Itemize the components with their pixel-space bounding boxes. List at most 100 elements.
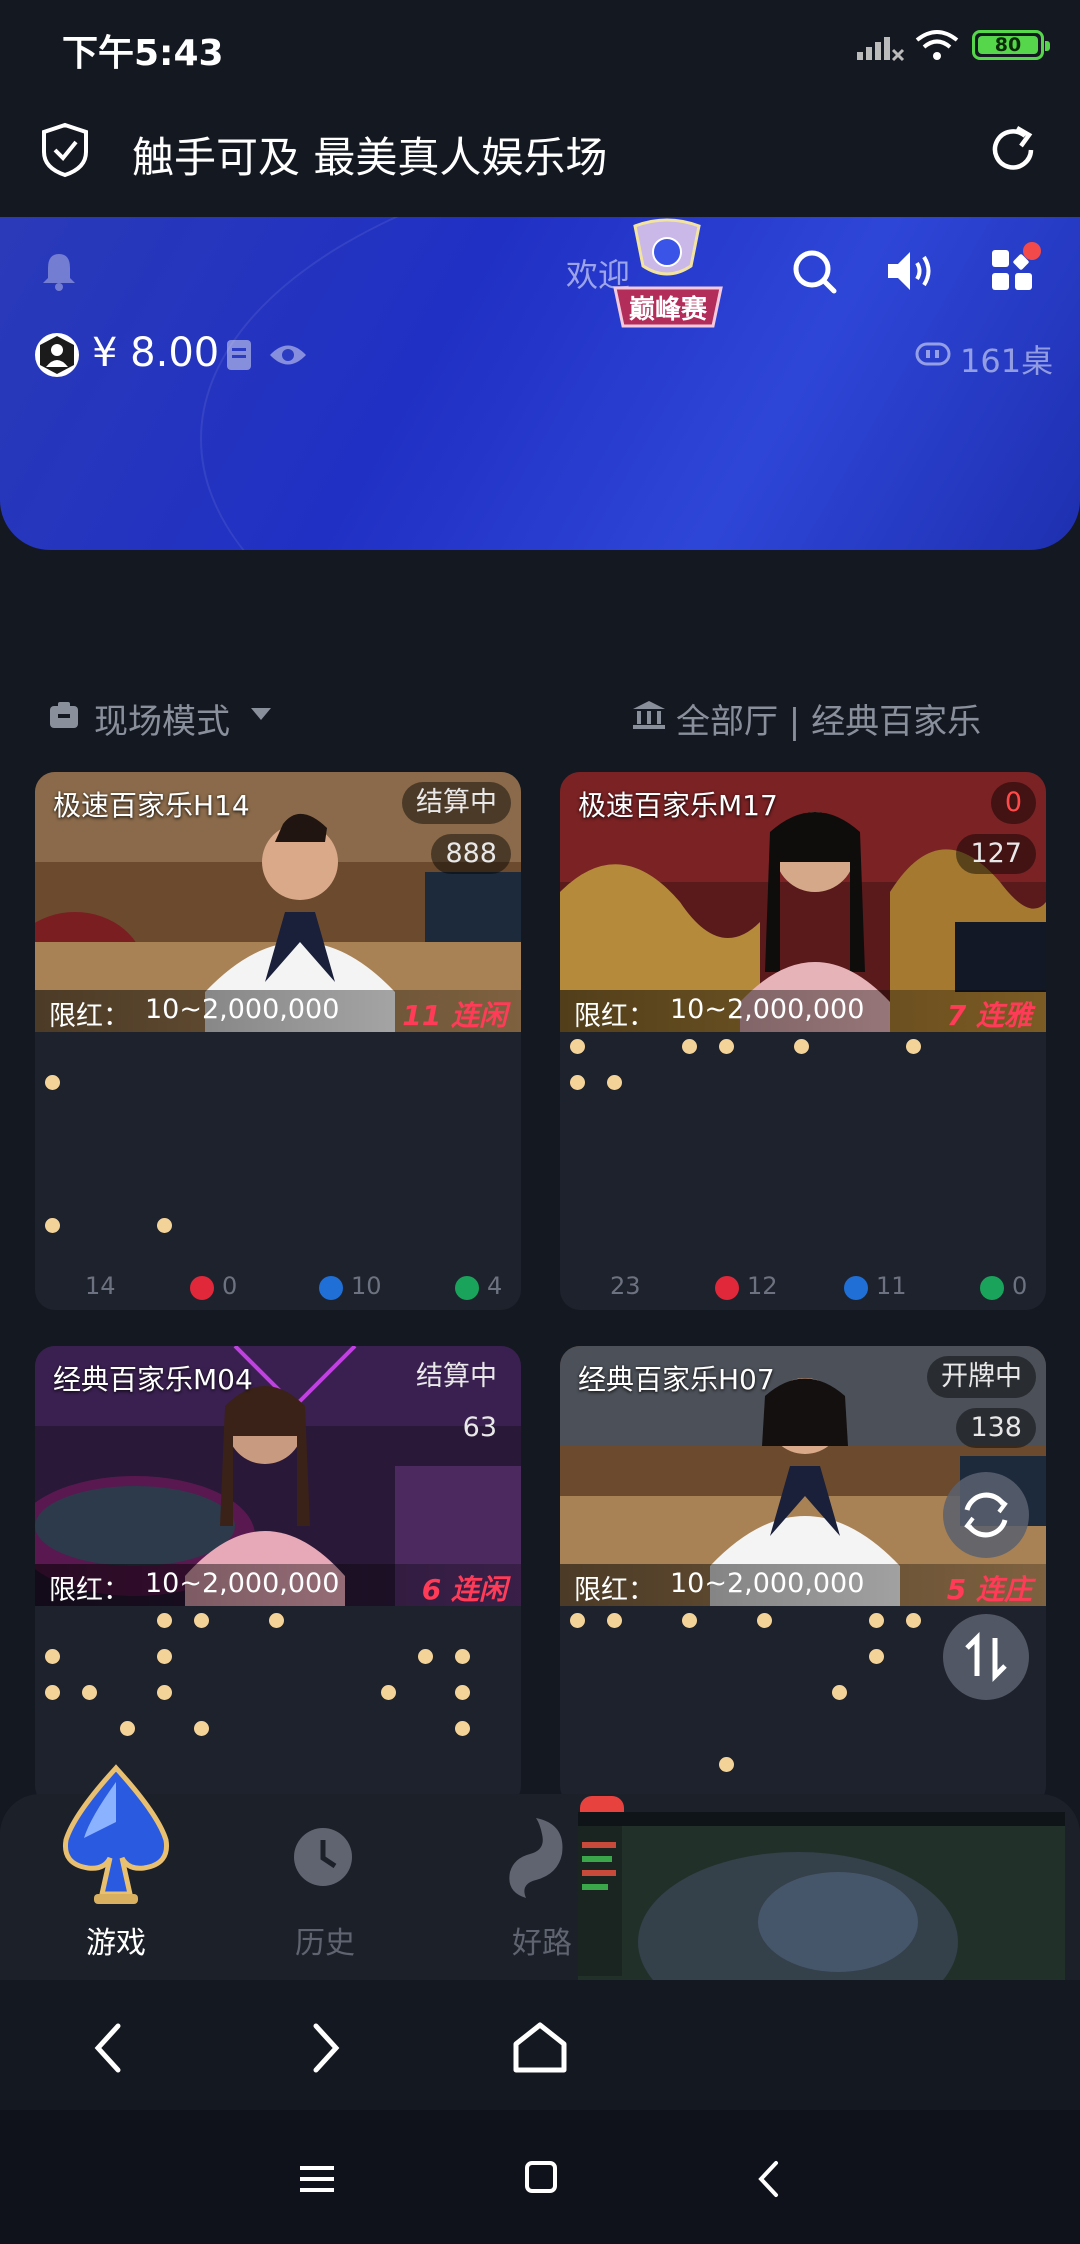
nav-road-label[interactable]: 好路 [512, 1918, 572, 1962]
road-dot [157, 1649, 172, 1664]
dragon-icon[interactable] [496, 1814, 572, 1904]
road-dot [455, 1721, 470, 1736]
trophy-icon[interactable]: 巅峰赛 [595, 218, 740, 346]
road-dot [381, 1685, 396, 1700]
tie-dot-icon [455, 1276, 479, 1300]
limit-label: 限红： [49, 1575, 130, 1606]
road-dot [82, 1685, 97, 1700]
table-name: 极速百家乐M17 [578, 789, 778, 822]
countdown-badge: 888 [431, 834, 511, 874]
table-card[interactable]: 极速百家乐H14 结算中 888 限红： 10~2,000,000 11 连闲 … [35, 772, 521, 1310]
signal-icon [857, 37, 905, 62]
chevron-down-icon[interactable] [250, 707, 272, 721]
system-home-icon[interactable] [524, 2160, 558, 2194]
shield-check-icon[interactable] [40, 122, 90, 178]
table-count-icon [915, 342, 951, 366]
record-icon[interactable] [226, 339, 252, 371]
refresh-tables-button[interactable] [943, 1472, 1029, 1558]
player-count: 10 [351, 1272, 382, 1300]
road-dot [570, 1039, 585, 1054]
spade-icon[interactable] [54, 1762, 178, 1912]
tie-dot-icon [980, 1276, 1004, 1300]
battery-level: 80 [978, 36, 1038, 55]
limit-label: 限红： [574, 1001, 655, 1032]
table-name: 经典百家乐M04 [53, 1363, 253, 1396]
home-icon[interactable] [512, 2022, 568, 2074]
status-time: 下午5:43 [62, 33, 224, 74]
tie-count: 4 [487, 1272, 503, 1300]
road-dot [869, 1649, 884, 1664]
camera-icon[interactable] [48, 700, 80, 730]
road-dot [869, 1613, 884, 1628]
hall-filter[interactable]: 全部厅 | 经典百家乐 [676, 694, 981, 743]
limit-label: 限红： [49, 1001, 130, 1032]
search-icon[interactable] [790, 247, 840, 297]
road-dot [157, 1613, 172, 1628]
limit-value: 10~2,000,000 [670, 994, 865, 1025]
status-badge: 结算中 [402, 782, 511, 824]
road-dot [120, 1721, 135, 1736]
system-back-icon[interactable] [756, 2160, 780, 2198]
bell-icon[interactable] [40, 250, 78, 292]
bead-road [560, 1032, 1046, 1250]
nav-history-label[interactable]: 历史 [295, 1918, 355, 1962]
road-dot [719, 1757, 734, 1772]
streak-label: 11 连闲 [402, 999, 507, 1032]
player-dot-icon [319, 1276, 343, 1300]
eye-icon[interactable] [268, 342, 308, 368]
bead-road [35, 1032, 521, 1250]
table-card[interactable]: 极速百家乐M17 0 127 限红： 10~2,000,000 7 连雅 23 … [560, 772, 1046, 1310]
status-badge: 0 [990, 782, 1036, 824]
total-count: 14 [85, 1272, 116, 1300]
table-card[interactable]: 经典百家乐H07 开牌中 138 限红： 10~2,000,000 5 连庄 [560, 1346, 1046, 1806]
table-card[interactable]: 经典百家乐M04 结算中 63 限红： 10~2,000,000 6 连闲 [35, 1346, 521, 1806]
road-dot [194, 1613, 209, 1628]
banker-count: 12 [747, 1272, 778, 1300]
page-title: 触手可及 最美真人娱乐场 [132, 133, 608, 182]
road-dot [832, 1685, 847, 1700]
battery-icon: 80 [972, 30, 1050, 60]
road-dot [757, 1613, 772, 1628]
mode-label[interactable]: 现场模式 [94, 694, 230, 743]
banker-dot-icon [190, 1276, 214, 1300]
road-dot [45, 1685, 60, 1700]
status-badge: 开牌中 [927, 1356, 1036, 1398]
road-dot [45, 1649, 60, 1664]
table-name: 极速百家乐H14 [53, 789, 250, 822]
road-dot [906, 1039, 921, 1054]
status-badge: 结算中 [416, 1361, 497, 1392]
notification-dot [1023, 242, 1041, 260]
player-dot-icon [844, 1276, 868, 1300]
road-dot [719, 1039, 734, 1054]
limit-value: 10~2,000,000 [145, 1568, 340, 1599]
back-arrow-icon[interactable] [92, 2022, 124, 2074]
hall-icon[interactable] [632, 700, 666, 730]
road-dot [794, 1039, 809, 1054]
road-dot [906, 1613, 921, 1628]
forward-arrow-icon[interactable] [310, 2022, 342, 2074]
road-dot [45, 1218, 60, 1233]
road-dot [157, 1685, 172, 1700]
limit-label: 限红： [574, 1575, 655, 1606]
nav-game-label[interactable]: 游戏 [86, 1918, 146, 1962]
recent-apps-icon[interactable] [300, 2164, 334, 2194]
countdown-badge: 127 [956, 834, 1036, 874]
avatar-icon[interactable] [35, 333, 79, 377]
road-dot [418, 1649, 433, 1664]
table-name: 经典百家乐H07 [578, 1363, 775, 1396]
volume-icon[interactable] [886, 248, 938, 294]
road-dot [607, 1613, 622, 1628]
rotate-icon [964, 1492, 1008, 1538]
streak-label: 7 连雅 [946, 999, 1032, 1032]
wifi-icon [915, 30, 959, 60]
banker-dot-icon [715, 1276, 739, 1300]
balance-amount: ¥ 8.00 [92, 330, 220, 376]
sort-button[interactable] [943, 1614, 1029, 1700]
streak-label: 6 连闲 [421, 1573, 507, 1606]
reload-icon[interactable] [985, 122, 1041, 178]
history-icon[interactable] [292, 1826, 354, 1888]
trophy-label: 巅峰赛 [629, 294, 708, 325]
total-count: 23 [610, 1272, 641, 1300]
road-dot [194, 1721, 209, 1736]
limit-value: 10~2,000,000 [670, 1568, 865, 1599]
